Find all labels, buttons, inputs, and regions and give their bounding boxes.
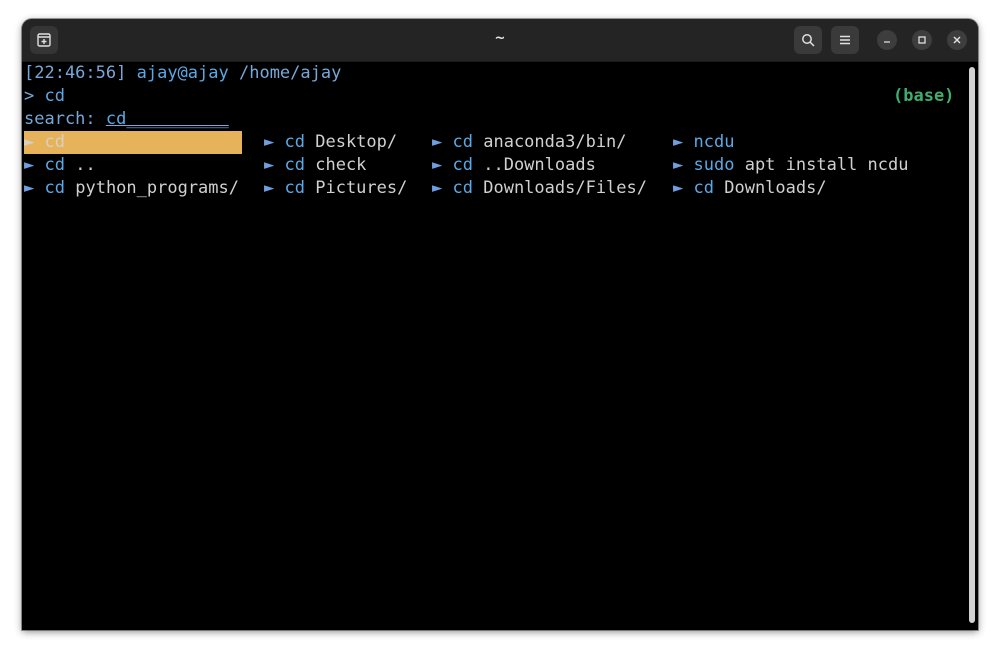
result-command: cd bbox=[44, 178, 65, 198]
result-arrow: ► bbox=[432, 155, 443, 175]
result-arrow: ► bbox=[24, 178, 35, 198]
result-argument: Downloads/Files/ bbox=[483, 178, 647, 198]
history-result-item[interactable]: ► cd python_programs/ bbox=[24, 177, 239, 200]
search-trail: __________ bbox=[126, 109, 229, 129]
search-value: cd bbox=[105, 109, 127, 129]
result-argument: python_programs/ bbox=[75, 178, 239, 198]
search-line: search: cd__________ bbox=[24, 108, 229, 131]
maximize-button[interactable] bbox=[912, 30, 932, 50]
minimize-icon bbox=[884, 41, 890, 43]
result-command: cd bbox=[284, 132, 305, 152]
close-icon bbox=[953, 36, 961, 44]
result-command: ncdu bbox=[693, 132, 735, 152]
result-arrow: ► bbox=[673, 178, 684, 198]
search-icon bbox=[802, 34, 815, 47]
history-result-item[interactable]: ► ncdu bbox=[673, 131, 734, 154]
command-line: > cd bbox=[24, 85, 65, 108]
result-arrow: ► bbox=[673, 155, 684, 175]
result-command: cd bbox=[452, 155, 473, 175]
result-argument: Desktop/ bbox=[315, 132, 398, 152]
history-result-item[interactable]: ► cd ..Downloads bbox=[432, 154, 596, 177]
search-input[interactable]: cd__________ bbox=[106, 109, 229, 129]
result-argument: .. bbox=[75, 155, 96, 175]
result-command: cd bbox=[284, 178, 305, 198]
result-argument: apt install ncdu bbox=[744, 155, 909, 175]
terminal-output[interactable]: [22:46:56] ajay@ajay /home/ajay > cd (ba… bbox=[22, 62, 966, 630]
maximize-icon bbox=[918, 36, 926, 44]
scrollbar[interactable] bbox=[969, 67, 975, 623]
result-arrow: ► bbox=[264, 132, 275, 152]
result-command: cd bbox=[284, 155, 305, 175]
result-arrow: ► bbox=[264, 178, 275, 198]
result-command: cd bbox=[44, 155, 65, 175]
prompt-time: [22:46:56] bbox=[24, 63, 127, 83]
result-command: sudo bbox=[693, 155, 735, 175]
history-result-item[interactable]: ► sudo apt install ncdu bbox=[673, 154, 908, 177]
history-result-item[interactable]: ► cd .. bbox=[24, 154, 96, 177]
search-label: search: bbox=[24, 109, 96, 129]
history-result-item[interactable]: ► cd check bbox=[264, 154, 366, 177]
command-text: cd bbox=[44, 86, 65, 106]
history-result-item[interactable]: ► cd bbox=[24, 131, 242, 154]
result-argument: anaconda3/bin/ bbox=[483, 132, 627, 152]
result-argument: ..Downloads bbox=[483, 155, 596, 175]
history-result-item[interactable]: ► cd Downloads/ bbox=[673, 177, 827, 200]
prompt-line: [22:46:56] ajay@ajay /home/ajay bbox=[24, 62, 341, 85]
conda-env-badge: (base) bbox=[893, 86, 955, 106]
result-command: cd bbox=[693, 178, 714, 198]
history-result-item[interactable]: ► cd Pictures/ bbox=[264, 177, 407, 200]
hamburger-menu-icon bbox=[840, 35, 850, 45]
result-arrow: ► bbox=[24, 155, 35, 175]
result-argument: check bbox=[315, 155, 367, 175]
menu-button[interactable] bbox=[831, 26, 859, 54]
result-command: cd bbox=[44, 132, 65, 152]
history-result-item[interactable]: ► cd Downloads/Files/ bbox=[432, 177, 647, 200]
result-argument: Pictures/ bbox=[315, 178, 408, 198]
history-result-item[interactable]: ► cd Desktop/ bbox=[264, 131, 397, 154]
result-arrow: ► bbox=[673, 132, 684, 152]
terminal-window: ~ [22:46:56] ajay@ajay /home/ajay > cd (… bbox=[22, 19, 978, 630]
minimize-button[interactable] bbox=[877, 30, 897, 50]
result-arrow: ► bbox=[24, 132, 35, 152]
result-command: cd bbox=[452, 132, 473, 152]
result-command: cd bbox=[452, 178, 473, 198]
close-button[interactable] bbox=[947, 30, 967, 50]
prompt-path: /home/ajay bbox=[238, 63, 342, 83]
title-bar: ~ bbox=[22, 19, 978, 62]
history-result-item[interactable]: ► cd anaconda3/bin/ bbox=[432, 131, 627, 154]
prompt-user-host: ajay@ajay bbox=[136, 63, 229, 83]
result-arrow: ► bbox=[264, 155, 275, 175]
result-arrow: ► bbox=[432, 132, 443, 152]
result-arrow: ► bbox=[432, 178, 443, 198]
command-symbol: > bbox=[24, 86, 35, 106]
search-button[interactable] bbox=[794, 26, 822, 54]
result-argument: Downloads/ bbox=[724, 178, 827, 198]
